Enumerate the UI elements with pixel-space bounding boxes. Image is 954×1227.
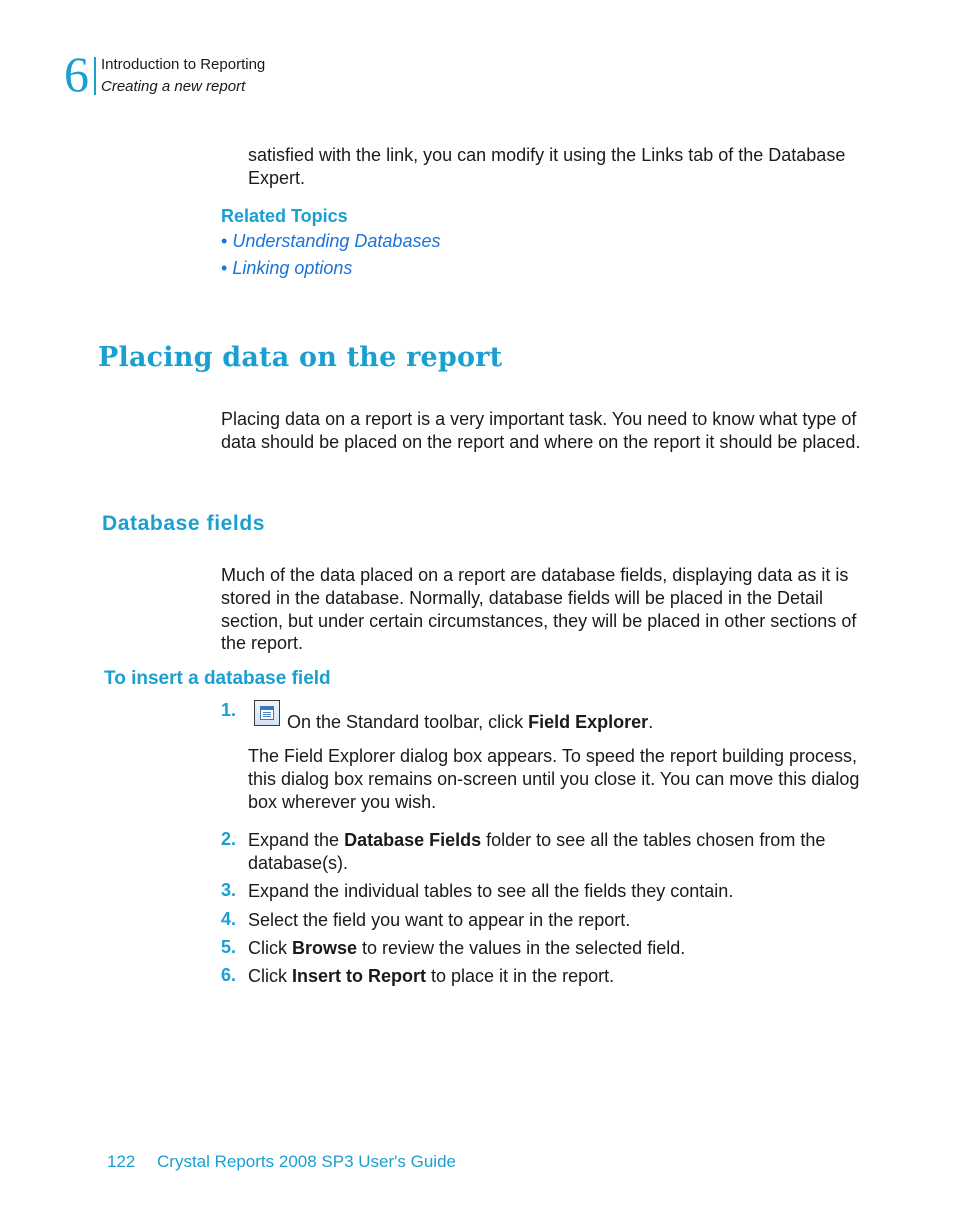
step-text-part: .: [648, 712, 654, 732]
book-title: Crystal Reports 2008 SP3 User's Guide: [157, 1152, 456, 1171]
continuation-paragraph: satisfied with the link, you can modify …: [248, 145, 846, 188]
step-text-part: Expand the: [248, 830, 345, 850]
step-number: 2.: [221, 829, 237, 849]
subsection-paragraph: Much of the data placed on a report are …: [221, 565, 857, 654]
section-title: Creating a new report: [101, 78, 246, 95]
related-topics-heading: Related Topics: [221, 206, 348, 226]
window-glyph: [260, 706, 274, 720]
procedure-heading: To insert a database field: [104, 668, 331, 689]
link-text[interactable]: Linking options: [232, 258, 352, 278]
ui-term: Browse: [292, 938, 358, 958]
section-heading: Placing data on the report: [98, 342, 503, 373]
step-text-part: On the Standard toolbar, click: [287, 712, 529, 732]
step-number: 5.: [221, 937, 237, 957]
chapter-number: 6: [64, 46, 89, 102]
field-explorer-icon: [254, 700, 280, 726]
step-text-part: Click: [248, 966, 292, 986]
step-number: 3.: [221, 880, 237, 900]
page-number: 122: [107, 1152, 136, 1171]
step-5-text: Click Browse to review the values in the…: [248, 937, 868, 960]
step-6-text: Click Insert to Report to place it in th…: [248, 965, 868, 988]
step-4-text: Select the field you want to appear in t…: [248, 910, 631, 930]
step-text-part: to review the values in the selected fie…: [357, 938, 686, 958]
ui-term: Insert to Report: [292, 966, 427, 986]
section-intro: Placing data on a report is a very impor…: [221, 409, 861, 452]
header-divider: [94, 57, 96, 95]
step-1-note: The Field Explorer dialog box appears. T…: [248, 746, 860, 812]
related-link-understanding-databases[interactable]: • Understanding Databases: [221, 231, 440, 252]
step-number: 1.: [221, 700, 237, 720]
step-1-text: On the Standard toolbar, click Field Exp…: [287, 711, 867, 734]
step-3-text: Expand the individual tables to see all …: [248, 881, 734, 901]
step-2-text: Expand the Database Fields folder to see…: [248, 829, 868, 875]
subsection-heading: Database fields: [102, 512, 266, 535]
step-number: 6.: [221, 965, 237, 985]
link-text[interactable]: Understanding Databases: [232, 231, 440, 251]
related-link-linking-options[interactable]: • Linking options: [221, 258, 352, 279]
step-text-part: Click: [248, 938, 292, 958]
bullet: •: [221, 258, 228, 278]
step-text-part: to place it in the report.: [426, 966, 615, 986]
bullet: •: [221, 231, 228, 251]
step-number: 4.: [221, 909, 237, 929]
ui-term: Database Fields: [344, 830, 482, 850]
ui-term: Field Explorer: [528, 712, 649, 732]
chapter-title: Introduction to Reporting: [101, 56, 266, 73]
